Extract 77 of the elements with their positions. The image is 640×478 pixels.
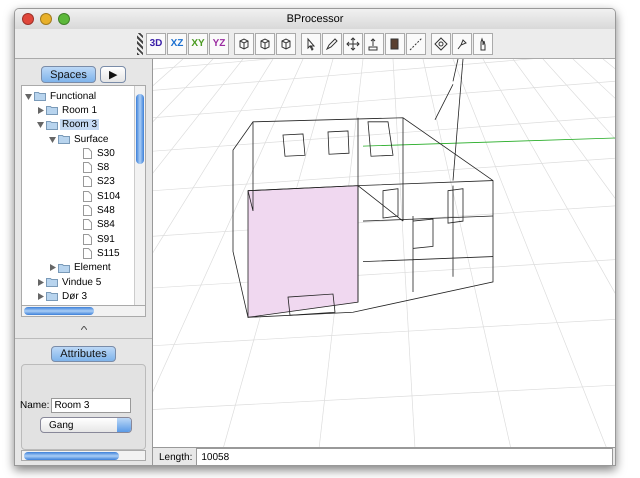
panel-tab[interactable]: Spaces bbox=[41, 66, 96, 83]
tree-item[interactable]: S48 bbox=[95, 205, 117, 216]
cube-icon bbox=[237, 36, 251, 50]
tool-button[interactable] bbox=[452, 32, 472, 54]
tool-button[interactable] bbox=[276, 32, 296, 54]
pin-icon bbox=[455, 36, 469, 50]
view-button[interactable]: 3D bbox=[146, 32, 166, 54]
document-icon bbox=[83, 205, 92, 216]
folder-icon bbox=[46, 120, 58, 130]
disclosure-triangle-icon[interactable] bbox=[37, 278, 44, 286]
tree-item[interactable]: Dør 3 bbox=[60, 290, 89, 302]
disclosure-triangle-icon[interactable] bbox=[49, 136, 56, 143]
cube-icon bbox=[279, 36, 293, 50]
document-icon bbox=[83, 234, 92, 245]
tree-item[interactable]: Element bbox=[72, 262, 113, 274]
tree-item[interactable]: S23 bbox=[95, 176, 117, 188]
tree-item[interactable]: S104 bbox=[95, 190, 122, 202]
window-title: BProcessor bbox=[286, 13, 344, 25]
zoom-button[interactable] bbox=[58, 13, 70, 25]
disclosure-triangle-icon[interactable] bbox=[49, 264, 56, 272]
document-icon bbox=[83, 190, 92, 202]
tape-measure-icon bbox=[409, 36, 423, 50]
toolbar-grip bbox=[137, 32, 143, 54]
disclosure-triangle-icon[interactable] bbox=[37, 106, 44, 114]
horizontal-scrollbar[interactable] bbox=[21, 450, 146, 461]
tree-item[interactable]: Room 1 bbox=[60, 104, 100, 116]
panel-tab[interactable]: Attributes bbox=[51, 346, 116, 362]
tree-item[interactable]: Functional bbox=[48, 90, 98, 102]
tool-button[interactable] bbox=[255, 32, 275, 54]
folder-icon bbox=[46, 291, 58, 302]
tool-button[interactable] bbox=[234, 32, 254, 54]
tool-button[interactable] bbox=[301, 32, 321, 54]
disclosure-triangle-icon[interactable] bbox=[25, 92, 32, 100]
rotate-icon bbox=[434, 36, 448, 50]
tool-button[interactable] bbox=[431, 32, 451, 54]
splitter-caret-icon bbox=[80, 326, 86, 330]
vertical-scrollbar[interactable] bbox=[134, 86, 145, 306]
folder-icon bbox=[58, 134, 70, 144]
document-icon bbox=[83, 248, 92, 259]
tool-button[interactable] bbox=[364, 32, 384, 54]
tool-button[interactable] bbox=[385, 32, 405, 54]
document-icon bbox=[83, 219, 92, 230]
tool-button[interactable] bbox=[473, 32, 493, 54]
close-button[interactable] bbox=[22, 13, 34, 25]
name-field[interactable]: Room 3 bbox=[51, 398, 132, 413]
name-label: Name: bbox=[20, 400, 50, 411]
tree-item[interactable]: S115 bbox=[95, 248, 122, 259]
document-icon bbox=[83, 162, 92, 174]
pencil-icon bbox=[325, 36, 339, 50]
folder-icon bbox=[58, 262, 70, 273]
type-popup[interactable]: Gang bbox=[40, 417, 132, 433]
tool-button[interactable] bbox=[343, 32, 363, 54]
tree-item[interactable]: S84 bbox=[95, 219, 117, 230]
document-icon bbox=[83, 148, 92, 159]
length-label: Length: bbox=[159, 452, 192, 462]
move-icon bbox=[346, 36, 360, 50]
panel-tab[interactable]: ▶ bbox=[100, 66, 126, 83]
horizontal-scrollbar[interactable] bbox=[21, 306, 146, 318]
view-button[interactable]: XZ bbox=[167, 32, 187, 54]
length-field[interactable]: 10058 bbox=[196, 448, 613, 465]
tree-item[interactable]: Room 3 bbox=[60, 119, 100, 130]
tool-button[interactable] bbox=[406, 32, 426, 54]
tree-item[interactable]: S8 bbox=[95, 162, 112, 174]
cube-icon bbox=[258, 36, 272, 50]
tool-button[interactable] bbox=[322, 32, 342, 54]
tree-item[interactable]: S91 bbox=[95, 234, 117, 245]
tree-item[interactable]: Vindue 5 bbox=[60, 276, 104, 288]
document-icon bbox=[83, 176, 92, 188]
minimize-button[interactable] bbox=[40, 13, 52, 25]
tree-item[interactable]: Surface bbox=[72, 134, 110, 145]
folder-icon bbox=[46, 105, 58, 116]
view-button[interactable]: YZ bbox=[209, 32, 229, 54]
folder-icon bbox=[34, 91, 46, 102]
folder-icon bbox=[46, 277, 58, 287]
disclosure-triangle-icon[interactable] bbox=[37, 121, 44, 128]
tree-item[interactable]: S30 bbox=[95, 148, 117, 159]
disclosure-triangle-icon[interactable] bbox=[37, 292, 44, 300]
